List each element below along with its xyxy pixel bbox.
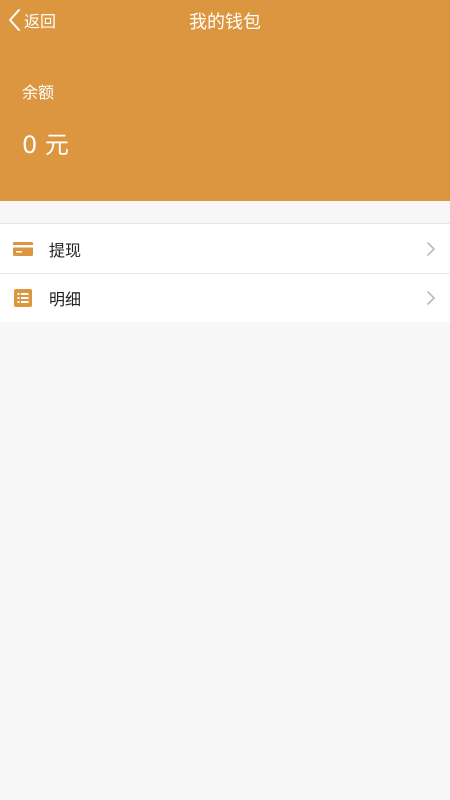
page-title: 我的钱包 — [189, 12, 261, 33]
list-icon — [13, 288, 33, 308]
balance-label: 余额 — [22, 83, 55, 102]
wallet-header: 返回 我的钱包 余额 0 元 — [0, 0, 450, 201]
menu-item-details[interactable]: 明细 — [0, 273, 450, 322]
balance-value: 0 元 — [22, 131, 69, 159]
nav-bar: 返回 我的钱包 — [0, 0, 450, 40]
menu-item-label: 提现 — [49, 240, 82, 260]
menu-item-label: 明细 — [49, 289, 82, 309]
menu-item-withdraw[interactable]: 提现 — [0, 224, 450, 273]
wallet-menu: 提现 明细 — [0, 223, 450, 322]
card-icon — [13, 239, 33, 259]
chevron-right-icon — [427, 290, 435, 305]
chevron-right-icon — [427, 241, 435, 256]
